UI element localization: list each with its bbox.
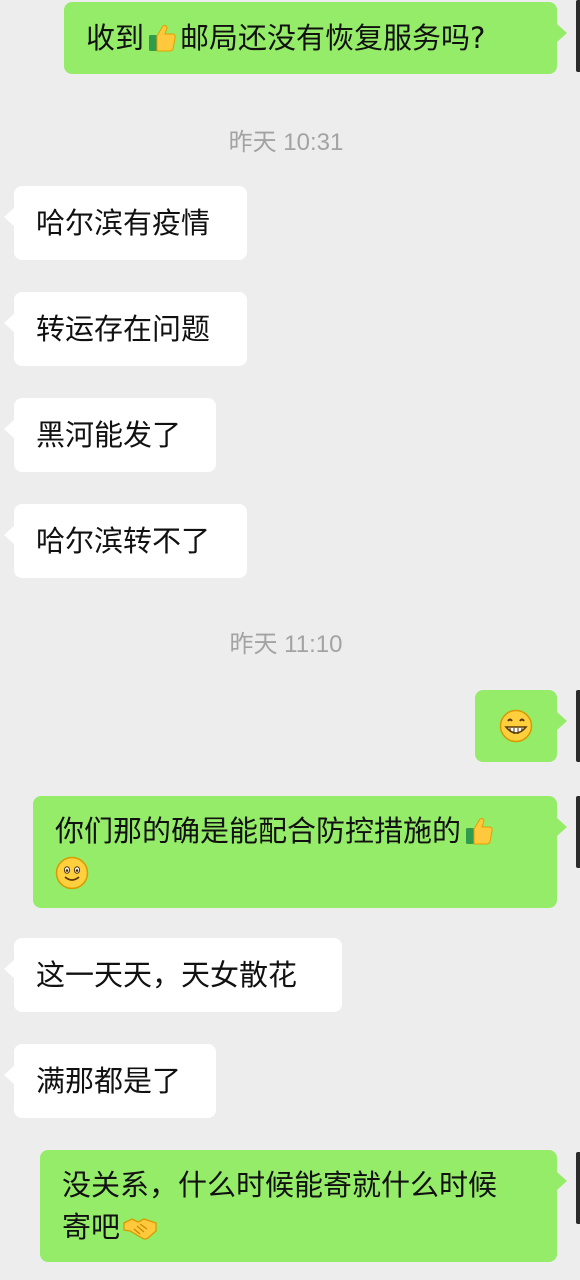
message-text: 哈尔滨转不了 [36, 524, 211, 558]
avatar-edge [576, 0, 580, 72]
message-text: 你们那的确是能配合防控措施的 [55, 814, 462, 848]
message-text: 哈尔滨有疫情 [36, 206, 211, 240]
message-bubble-received[interactable]: 黑河能发了 [4, 398, 216, 472]
timestamp: 昨天 11:10 [229, 631, 343, 658]
message-bubble-sent[interactable] [475, 690, 567, 762]
message-text: 黑河能发了 [36, 418, 182, 452]
message-text: 满那都是了 [36, 1064, 182, 1098]
message-text: 收到 [86, 21, 145, 55]
message-text: 邮局还没有恢复服务吗? [180, 21, 486, 55]
message-text: 转运存在问题 [36, 312, 211, 346]
handshake-icon [122, 1212, 158, 1242]
avatar-edge [576, 690, 580, 762]
message-bubble-received[interactable]: 这一天天，天女散花 [4, 938, 342, 1012]
message-bubble-received[interactable]: 哈尔滨转不了 [4, 504, 247, 578]
message-text: 没关系，什么时候能寄就什么时候 [62, 1168, 498, 1202]
message-bubble-received[interactable]: 满那都是了 [4, 1044, 216, 1118]
timestamp: 昨天 10:31 [228, 129, 344, 156]
thumbs-up-icon [146, 22, 178, 54]
message-bubble-sent[interactable]: 没关系，什么时候能寄就什么时候 寄吧 [40, 1150, 567, 1262]
smiling-face-icon [55, 856, 89, 890]
message-bubble-received[interactable]: 哈尔滨有疫情 [4, 186, 247, 260]
avatar-edge [576, 796, 580, 868]
message-text: 这一天天，天女散花 [36, 958, 298, 992]
message-text: 寄吧 [62, 1210, 121, 1244]
message-bubble-received[interactable]: 转运存在问题 [4, 292, 247, 366]
message-bubble-sent[interactable]: 你们那的确是能配合防控措施的 [33, 796, 567, 908]
message-bubble-sent[interactable]: 收到 邮局还没有恢复服务吗? [64, 2, 567, 74]
grinning-face-icon [499, 709, 533, 743]
thumbs-up-icon [463, 815, 495, 847]
avatar-edge [576, 1152, 580, 1224]
